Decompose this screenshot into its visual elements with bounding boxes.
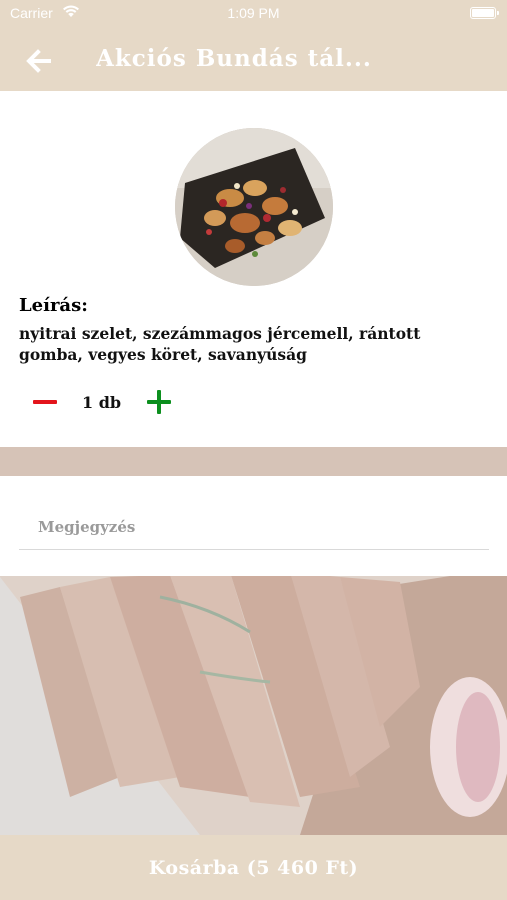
product-image — [175, 128, 333, 286]
quantity-value: 1 db — [82, 393, 122, 412]
product-detail-card: Leírás: nyitrai szelet, szezámmagos jérc… — [0, 91, 507, 447]
minus-button[interactable] — [30, 387, 60, 417]
plus-button[interactable] — [145, 388, 173, 416]
note-card — [0, 476, 507, 576]
nav-header: Carrier 1:09 PM Akciós Bundás tál... — [0, 0, 507, 91]
add-to-cart-button[interactable]: Kosárba (5 460 Ft) — [0, 835, 507, 900]
clock-label: 1:09 PM — [227, 5, 280, 21]
page-title: Akciós Bundás tál... — [96, 45, 372, 72]
description-heading: Leírás: — [19, 295, 88, 316]
cart-button-label: Kosárba (5 460 Ft) — [148, 856, 359, 879]
food-platter-photo — [175, 128, 333, 286]
back-button[interactable] — [20, 44, 56, 78]
battery-icon — [470, 7, 499, 19]
status-bar: Carrier 1:09 PM — [0, 0, 507, 28]
arrow-left-icon — [26, 49, 51, 73]
quantity-stepper: 1 db — [0, 387, 507, 419]
description-text: nyitrai szelet, szezámmagos jércemell, r… — [19, 324, 421, 364]
note-input[interactable] — [19, 512, 489, 550]
